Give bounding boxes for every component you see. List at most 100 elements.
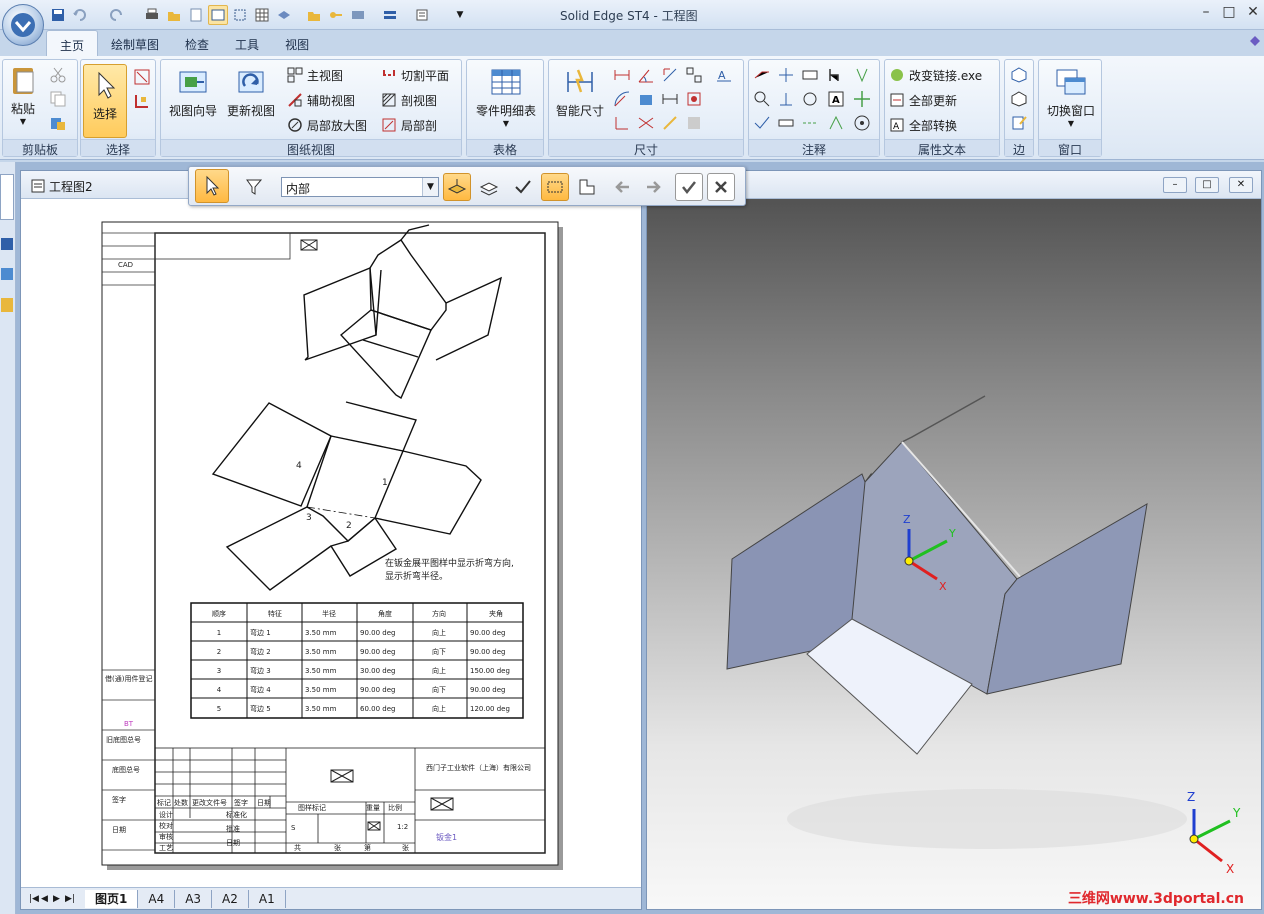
tab-view[interactable]: 视图 xyxy=(272,30,322,56)
datum-icon[interactable] xyxy=(777,90,795,108)
dimension-symmetric-icon[interactable] xyxy=(637,90,655,108)
center-mark-icon[interactable] xyxy=(853,90,871,108)
library-icon[interactable] xyxy=(1,238,13,250)
center-line-icon[interactable] xyxy=(801,114,819,132)
select-behind-button[interactable] xyxy=(443,173,471,201)
overlap-fence-button[interactable] xyxy=(573,173,601,201)
dimension-angular-coord-icon[interactable] xyxy=(637,114,655,132)
sheet-nav-prev[interactable]: ◀ xyxy=(41,894,53,904)
next-button[interactable] xyxy=(639,173,667,201)
selection-mode-select[interactable]: 内部 ▼ xyxy=(281,177,439,197)
sheet-nav-first[interactable]: |◀ xyxy=(29,894,41,904)
dimension-chamfer-icon[interactable] xyxy=(661,114,679,132)
parts-list-button[interactable]: 零件明细表 ▼ xyxy=(471,66,541,128)
sheet-tab-1[interactable]: 图页1 xyxy=(85,889,139,908)
layout-icon[interactable] xyxy=(380,5,400,25)
select-check-button[interactable] xyxy=(509,173,537,201)
bolt-hole-circle-icon[interactable] xyxy=(827,114,845,132)
layers-icon[interactable] xyxy=(1,268,13,280)
principal-view-button[interactable]: 主视图 xyxy=(287,64,343,86)
dimension-axis-icon[interactable] xyxy=(613,114,631,132)
balloon-icon[interactable] xyxy=(753,90,771,108)
application-button[interactable] xyxy=(2,4,44,46)
redo-icon[interactable] xyxy=(106,5,126,25)
update-all-button[interactable]: 全部更新 xyxy=(889,89,957,111)
smart-dimension-button[interactable]: 智能尺寸 xyxy=(551,66,609,119)
inside-fence-button[interactable] xyxy=(541,173,569,201)
minimize-button[interactable]: – xyxy=(1195,4,1217,20)
text-box-icon[interactable]: A xyxy=(827,90,845,108)
sheet-nav-next[interactable]: ▶ xyxy=(53,894,65,904)
hole-table-icon[interactable] xyxy=(853,114,871,132)
dimension-chain-icon[interactable] xyxy=(685,66,703,84)
model-3d-window[interactable]: – □ ✕ Z Y X Z Y X xyxy=(646,170,1262,910)
folder-icon[interactable] xyxy=(304,5,324,25)
help-icon[interactable] xyxy=(1248,34,1262,51)
detail-view-button[interactable]: 局部放大图 xyxy=(287,114,367,136)
edge-painter-icon[interactable] xyxy=(1010,114,1028,132)
fit-icon[interactable] xyxy=(230,5,250,25)
tolerance-icon[interactable] xyxy=(753,114,771,132)
dimension-prefix-icon[interactable]: A xyxy=(715,66,733,84)
cancel-button[interactable] xyxy=(707,173,735,201)
change-link-button[interactable]: 改变链接.exe xyxy=(889,64,982,86)
undo-icon[interactable] xyxy=(70,5,90,25)
switch-windows-button[interactable]: 切换窗口 ▼ xyxy=(1041,66,1101,128)
options-icon[interactable] xyxy=(348,5,368,25)
previous-button[interactable] xyxy=(609,173,637,201)
tab-tools[interactable]: 工具 xyxy=(222,30,272,56)
tab-inspect[interactable]: 检查 xyxy=(172,30,222,56)
dimension-distance-icon[interactable] xyxy=(661,90,679,108)
feature-control-icon[interactable] xyxy=(801,66,819,84)
select-filter-button[interactable] xyxy=(241,173,269,201)
save-icon[interactable] xyxy=(48,5,68,25)
leader-icon[interactable] xyxy=(777,66,795,84)
drawing-canvas[interactable]: CAD 借(通)用件登记 BT 旧底图总号 底图总号 签字 日期 4 1 3 2… xyxy=(26,200,638,884)
customize-qat-icon[interactable]: ▼ xyxy=(450,5,470,25)
weld-symbol-icon[interactable] xyxy=(853,66,871,84)
select-handle-icon[interactable] xyxy=(133,92,151,110)
close-button[interactable]: ✕ xyxy=(1242,4,1264,20)
open-icon[interactable] xyxy=(164,5,184,25)
connector-icon[interactable] xyxy=(777,114,795,132)
edge-hide-icon[interactable] xyxy=(1010,90,1028,108)
section-view-button[interactable]: 剖视图 xyxy=(381,89,437,111)
cutting-plane-button[interactable]: 切割平面 xyxy=(381,64,449,86)
copy-icon[interactable] xyxy=(49,90,67,108)
surface-texture-icon[interactable] xyxy=(827,66,845,84)
tab-sketch[interactable]: 绘制草图 xyxy=(98,30,172,56)
broken-out-section-button[interactable]: 局部剖 xyxy=(381,114,437,136)
sheet-tab-a2[interactable]: A2 xyxy=(212,889,249,908)
dimension-linear-icon[interactable] xyxy=(613,66,631,84)
grid-icon[interactable] xyxy=(252,5,272,25)
model-minimize-button[interactable]: – xyxy=(1163,177,1187,193)
select-tool-button[interactable] xyxy=(195,169,229,203)
accept-button[interactable] xyxy=(675,173,703,201)
edge-show-icon[interactable] xyxy=(1010,66,1028,84)
convert-all-button[interactable]: A 全部转换 xyxy=(889,114,957,136)
sheets-icon[interactable] xyxy=(1,298,13,312)
select-front-button[interactable] xyxy=(475,173,503,201)
print-icon[interactable] xyxy=(142,5,162,25)
model-restore-button[interactable]: □ xyxy=(1195,177,1219,193)
layer-icon[interactable] xyxy=(274,5,294,25)
view-wizard-button[interactable]: 视图向导 xyxy=(165,66,221,119)
dimension-retrieve-icon[interactable] xyxy=(685,114,703,132)
auxiliary-view-button[interactable]: 辅助视图 xyxy=(287,89,355,111)
pathfinder-icon[interactable] xyxy=(0,174,14,220)
select-button[interactable]: 选择 xyxy=(83,64,127,138)
sheet-tab-a1[interactable]: A1 xyxy=(249,889,286,908)
key-icon[interactable] xyxy=(326,5,346,25)
cut-icon[interactable] xyxy=(49,66,67,84)
new-icon[interactable] xyxy=(186,5,206,25)
model-close-button[interactable]: ✕ xyxy=(1229,177,1253,193)
sheet-tab-a3[interactable]: A3 xyxy=(175,889,213,908)
update-views-button[interactable]: 更新视图 xyxy=(223,66,279,119)
dimension-style-icon[interactable] xyxy=(685,90,703,108)
paste-button[interactable]: 粘贴 ▼ xyxy=(5,64,41,138)
select-tools-icon[interactable] xyxy=(133,68,151,86)
sheet-tab-a4[interactable]: A4 xyxy=(138,889,176,908)
dimension-radius-icon[interactable] xyxy=(613,90,631,108)
properties-icon[interactable] xyxy=(412,5,432,25)
sheet-nav-last[interactable]: ▶| xyxy=(65,894,85,904)
